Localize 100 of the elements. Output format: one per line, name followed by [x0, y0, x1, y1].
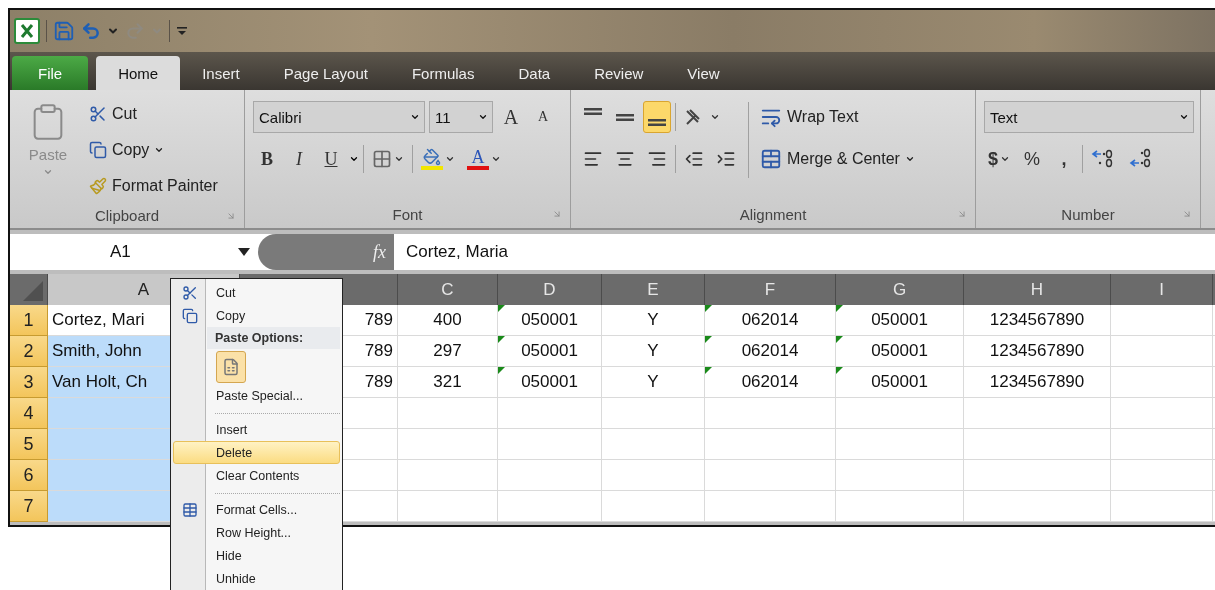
- column-header[interactable]: C: [398, 274, 498, 305]
- paste-icon: [222, 357, 240, 376]
- bottom-align-icon: [648, 119, 666, 126]
- vertical-align-button[interactable]: [643, 101, 671, 133]
- group-title: Font: [392, 205, 423, 223]
- ribbon-tab[interactable]: View: [665, 56, 742, 90]
- grow-font-button[interactable]: A: [497, 101, 525, 133]
- caret-icon: [445, 154, 455, 164]
- file-tab[interactable]: File: [12, 56, 89, 90]
- menu-item[interactable]: Delete: [173, 441, 340, 464]
- format-painter-button[interactable]: Format Painter: [86, 170, 221, 202]
- table-cell: Y: [602, 367, 705, 398]
- column-header[interactable]: I: [1111, 274, 1213, 305]
- caret-icon: [349, 154, 359, 164]
- table-cell: 1234567890: [964, 336, 1111, 367]
- caret-icon: [1000, 154, 1010, 164]
- column-header[interactable]: D: [498, 274, 602, 305]
- row-header[interactable]: 4: [10, 398, 48, 429]
- table-cell: 050001: [836, 336, 964, 367]
- format-cells-icon: [182, 501, 198, 518]
- caret-icon: [491, 154, 501, 164]
- row-header[interactable]: 3: [10, 367, 48, 398]
- row-header[interactable]: 1: [10, 305, 48, 336]
- paint-bucket-icon: [423, 148, 441, 166]
- ribbon-tab[interactable]: Insert: [180, 56, 262, 90]
- table-cell: 321: [398, 367, 498, 398]
- table-cell: 050001: [836, 305, 964, 336]
- italic-button[interactable]: I: [285, 143, 313, 175]
- group-title: Clipboard: [94, 206, 160, 224]
- table-cell: 297: [398, 336, 498, 367]
- underline-button[interactable]: U: [317, 143, 345, 175]
- number-format-dropdown[interactable]: Text: [984, 101, 1194, 133]
- caret-icon: [394, 154, 404, 164]
- column-header[interactable]: H: [964, 274, 1111, 305]
- indent-decrease-icon: [684, 149, 704, 169]
- group-title: Number: [1061, 205, 1115, 223]
- table-cell: 050001: [498, 305, 602, 336]
- table-cell: 062014: [705, 305, 836, 336]
- table-cell: 400: [398, 305, 498, 336]
- font-name-dropdown[interactable]: Calibri: [253, 101, 425, 133]
- caret-icon: [710, 112, 720, 122]
- caret-icon: [1179, 112, 1189, 122]
- scissors-icon: [89, 105, 107, 123]
- insert-function-button[interactable]: fx: [258, 234, 394, 270]
- shrink-font-button[interactable]: A: [529, 101, 557, 133]
- caret-icon: [43, 167, 53, 177]
- comma-button[interactable]: ,: [1050, 143, 1078, 175]
- align-center-icon: [615, 149, 635, 169]
- menu-item[interactable]: Unhide: [173, 567, 340, 590]
- column-header[interactable]: F: [705, 274, 836, 305]
- formula-field[interactable]: Cortez, Maria: [394, 234, 1215, 270]
- ribbon-tab[interactable]: Data: [496, 56, 573, 90]
- percent-button[interactable]: %: [1018, 143, 1046, 175]
- copy-icon: [89, 141, 107, 159]
- menu-item[interactable]: Insert: [173, 418, 340, 441]
- row-header[interactable]: 2: [10, 336, 48, 367]
- align-right-icon: [647, 149, 667, 169]
- row-header[interactable]: 6: [10, 460, 48, 491]
- ribbon-tab[interactable]: Page Layout: [261, 56, 390, 90]
- menu-item[interactable]: Hide: [173, 544, 340, 567]
- currency-button[interactable]: $: [984, 143, 1014, 175]
- excel-logo-icon: [14, 18, 40, 44]
- copy-icon: [182, 307, 198, 324]
- font-color-button[interactable]: A: [463, 143, 505, 175]
- align-left-icon: [583, 149, 603, 169]
- name-box[interactable]: A1: [10, 234, 258, 270]
- middle-align-icon: [616, 113, 634, 121]
- bold-button[interactable]: B: [253, 143, 281, 175]
- table-cell: 062014: [705, 336, 836, 367]
- borders-icon: [372, 149, 392, 169]
- menu-item[interactable]: Format Cells...: [173, 498, 340, 521]
- merge-center-button[interactable]: Merge & Center: [757, 143, 918, 175]
- ribbon-tab[interactable]: Home: [96, 56, 181, 90]
- menu-section-header: Paste Options:: [207, 327, 340, 349]
- cut-button[interactable]: Cut: [86, 98, 221, 130]
- top-align-icon: [584, 108, 602, 115]
- table-cell: 1234567890: [964, 305, 1111, 336]
- table-cell: Y: [602, 305, 705, 336]
- menu-item[interactable]: Row Height...: [173, 521, 340, 544]
- column-header[interactable]: E: [602, 274, 705, 305]
- dialog-launcher-icon: [1182, 209, 1192, 219]
- dialog-launcher-icon: [226, 211, 236, 221]
- table-cell: 062014: [705, 367, 836, 398]
- copy-button[interactable]: Copy: [86, 134, 221, 166]
- caret-icon: [478, 112, 488, 122]
- table-cell: 050001: [836, 367, 964, 398]
- dialog-launcher-icon: [552, 209, 562, 219]
- scissors-icon: [182, 284, 198, 301]
- caret-icon: [238, 248, 250, 256]
- row-header[interactable]: 7: [10, 491, 48, 522]
- menu-item[interactable]: Clear Contents: [173, 464, 340, 487]
- font-size-dropdown[interactable]: 11: [429, 101, 493, 133]
- row-header[interactable]: 5: [10, 429, 48, 460]
- customize-menu-icon[interactable]: [176, 25, 188, 37]
- ribbon-tab[interactable]: Review: [572, 56, 666, 90]
- wrap-text-button[interactable]: Wrap Text: [757, 101, 862, 133]
- ribbon-tab[interactable]: Formulas: [389, 56, 497, 90]
- paste-option-button[interactable]: [216, 350, 246, 383]
- table-cell: 050001: [498, 336, 602, 367]
- column-header[interactable]: G: [836, 274, 964, 305]
